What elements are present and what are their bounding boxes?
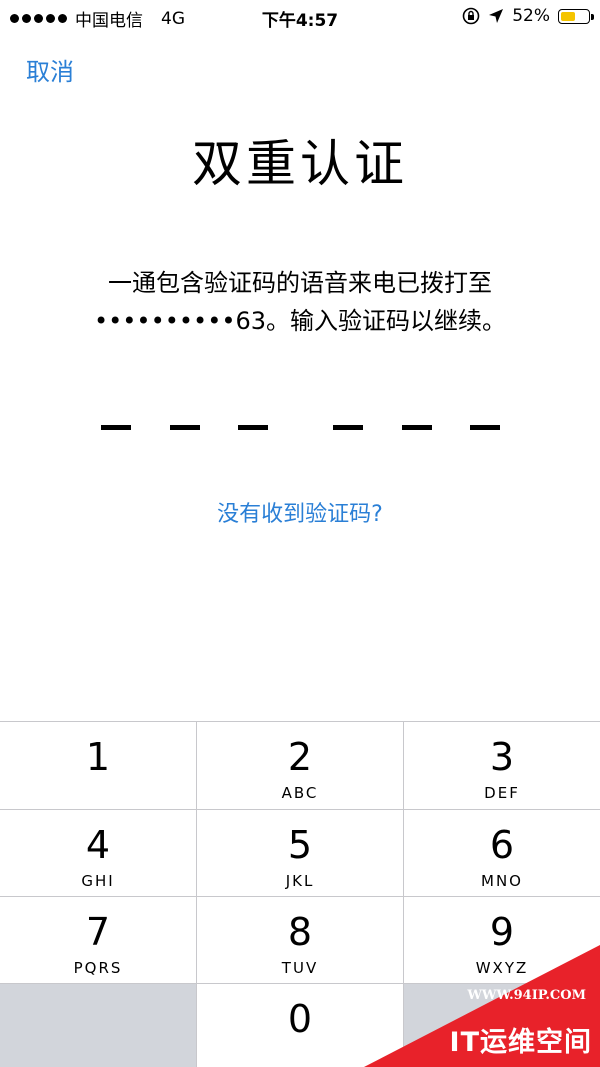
code-input[interactable]	[0, 425, 600, 433]
key-digit: 7	[85, 910, 111, 954]
resend-code-link[interactable]: 没有收到验证码?	[0, 496, 600, 528]
keypad-divider	[0, 809, 600, 810]
code-slot	[333, 425, 363, 430]
instruction-message: 一通包含验证码的语音来电已拨打至 ••••••••••63。输入验证码以继续。	[40, 264, 560, 340]
code-slot	[170, 425, 200, 430]
location-arrow-icon	[489, 9, 504, 23]
key-letters: DEF	[484, 784, 520, 802]
key-blank-left	[0, 984, 196, 1067]
code-slot	[238, 425, 268, 430]
watermark-brand: IT运维空间	[449, 1027, 592, 1058]
code-slot	[101, 425, 131, 430]
key-6[interactable]: 6 MNO	[404, 810, 600, 896]
status-bar: 中国电信 4G 下午4:57 52%	[0, 0, 600, 34]
key-7[interactable]: 7 PQRS	[0, 897, 196, 983]
key-letters: JKL	[285, 872, 315, 890]
keypad-divider	[196, 722, 197, 1067]
key-2[interactable]: 2 ABC	[197, 722, 403, 809]
key-letters: ABC	[281, 784, 319, 802]
battery-icon	[558, 8, 594, 24]
key-digit: 1	[85, 735, 111, 779]
key-4[interactable]: 4 GHI	[0, 810, 196, 896]
key-digit: 5	[287, 823, 313, 867]
orientation-lock-icon	[462, 7, 480, 25]
key-digit: 2	[287, 735, 313, 779]
battery-fill	[561, 11, 575, 21]
message-line-2: ••••••••••63。输入验证码以继续。	[93, 307, 507, 335]
page-title: 双重认证	[192, 135, 408, 193]
key-digit: 6	[489, 823, 515, 867]
key-digit: 3	[489, 735, 515, 779]
watermark-logo: WWW.94IP.COM IT运维空间	[364, 945, 600, 1067]
key-5[interactable]: 5 JKL	[197, 810, 403, 896]
battery-percent: 52%	[512, 6, 550, 26]
key-letters: GHI	[81, 872, 115, 890]
keypad-divider	[0, 896, 600, 897]
key-1[interactable]: 1	[0, 722, 196, 809]
two-factor-screen: 中国电信 4G 下午4:57 52% 取消 双重认证 一通包含验证码的语音来电已…	[0, 0, 600, 1067]
code-slot	[402, 425, 432, 430]
key-3[interactable]: 3 DEF	[404, 722, 600, 809]
cancel-button[interactable]: 取消	[26, 52, 74, 87]
watermark-url: WWW.94IP.COM	[467, 988, 586, 1003]
message-line-1: 一通包含验证码的语音来电已拨打至	[108, 269, 492, 297]
key-letters: MNO	[481, 872, 523, 890]
code-slot	[470, 425, 500, 430]
key-digit: 4	[85, 823, 111, 867]
key-letters: PQRS	[73, 959, 123, 977]
